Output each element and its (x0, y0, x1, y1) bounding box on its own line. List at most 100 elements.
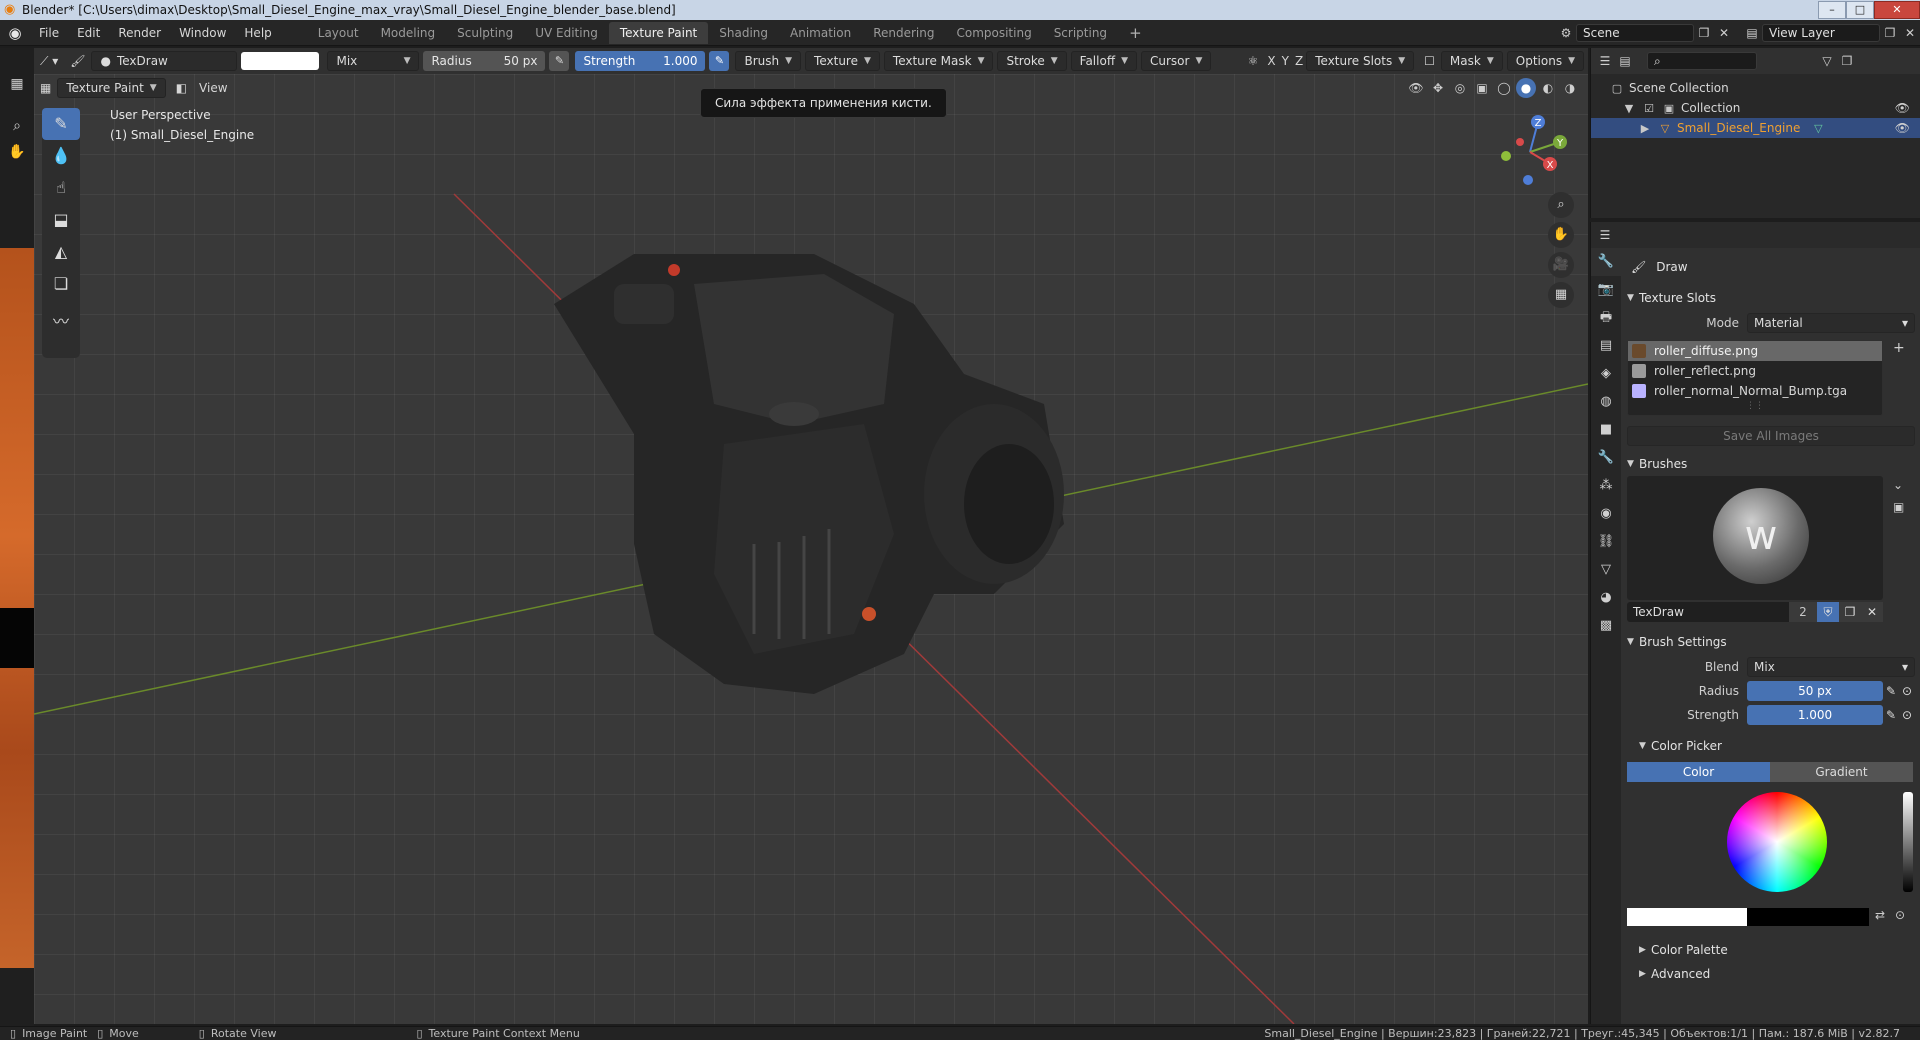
new-scene-icon[interactable]: ❐ (1694, 23, 1714, 43)
texture-tab-icon[interactable]: ▩ (1591, 612, 1621, 640)
brush-menu[interactable]: Brush ▼ (735, 51, 802, 71)
strength-pressure-icon[interactable]: ✎ (709, 51, 730, 71)
output-tab-icon[interactable]: 🖶 (1591, 304, 1621, 332)
minimize-button[interactable]: – (1818, 1, 1846, 19)
constraints-tab-icon[interactable]: ⛓ (1591, 528, 1621, 556)
secondary-color-swatch[interactable] (1747, 908, 1869, 926)
radius-slider-panel[interactable]: 50 px (1747, 681, 1883, 701)
view-layer-icon[interactable]: ▤ (1742, 23, 1762, 43)
cursor-menu[interactable]: Cursor ▼ (1141, 51, 1212, 71)
annotate-tool-icon[interactable]: 〰 (42, 306, 80, 338)
tab-animation[interactable]: Animation (779, 22, 862, 44)
render-tab-icon[interactable]: 📷 (1591, 276, 1621, 304)
scene-icon[interactable]: ⚙ (1556, 23, 1576, 43)
unlink-brush-icon[interactable]: ✕ (1861, 602, 1883, 622)
maximize-button[interactable]: □ (1846, 1, 1874, 19)
duplicate-brush-icon[interactable]: ❐ (1839, 602, 1861, 622)
options-menu[interactable]: Options ▼ (1506, 51, 1584, 71)
color-wheel[interactable] (1727, 792, 1827, 892)
data-tab-icon[interactable]: ▽ (1591, 556, 1621, 584)
texture-mask-menu[interactable]: Texture Mask ▼ (883, 51, 994, 71)
mask-checkbox[interactable]: ☐ (1418, 51, 1441, 71)
overlay-icon[interactable]: ◎ (1450, 78, 1470, 98)
delete-scene-icon[interactable]: ✕ (1714, 23, 1734, 43)
outliner-editor-icon[interactable]: ☰ (1595, 51, 1615, 71)
gizmo-icon[interactable]: ✥ (1428, 78, 1448, 98)
mirror-z-toggle[interactable]: Z (1292, 51, 1306, 71)
outliner-row-object[interactable]: ▶ ▽ Small_Diesel_Engine ▽ 👁 (1591, 118, 1920, 138)
mirror-y-toggle[interactable]: Y (1279, 51, 1292, 71)
blend-dropdown[interactable]: Mix ▼ (327, 51, 420, 71)
strength-slider[interactable]: Strength 1.000 (575, 51, 706, 71)
tab-modeling[interactable]: Modeling (370, 22, 447, 44)
brush-image-icon[interactable]: ▣ (1893, 500, 1904, 514)
world-tab-icon[interactable]: ◍ (1591, 388, 1621, 416)
delete-view-layer-icon[interactable]: ✕ (1900, 23, 1920, 43)
list-item[interactable]: roller_diffuse.png (1628, 341, 1882, 361)
brushes-section[interactable]: ▼ Brushes (1627, 452, 1915, 476)
view-menu[interactable]: View (193, 78, 233, 98)
rendered-shading-icon[interactable]: ◑ (1560, 78, 1580, 98)
radius-pressure-icon[interactable]: ✎ (1883, 684, 1899, 698)
xray-icon[interactable]: ▣ (1472, 78, 1492, 98)
color-picker-section[interactable]: ▼ Color Picker (1627, 734, 1915, 758)
strength-pressure-icon[interactable]: ✎ (1883, 708, 1899, 722)
outliner-search-input[interactable]: ⌕ (1647, 52, 1757, 70)
primary-color-swatch[interactable] (1627, 908, 1747, 926)
mask-menu[interactable]: Mask ▼ (1440, 51, 1503, 71)
tab-rendering[interactable]: Rendering (862, 22, 945, 44)
smear-tool-icon[interactable]: ☝ (42, 172, 80, 204)
display-mode-icon[interactable]: ▤ (1615, 51, 1635, 71)
eye-icon[interactable]: 👁 (1895, 121, 1910, 135)
menu-render[interactable]: Render (109, 22, 170, 44)
tab-sculpting[interactable]: Sculpting (446, 22, 524, 44)
gradient-tab[interactable]: Gradient (1770, 762, 1913, 782)
expand-triangle-icon[interactable]: ▶ (1637, 122, 1653, 135)
tab-compositing[interactable]: Compositing (945, 22, 1042, 44)
solid-shading-icon[interactable]: ● (1516, 78, 1536, 98)
eye-icon[interactable]: 👁 (1895, 101, 1910, 115)
fake-user-shield-icon[interactable]: ⛨ (1817, 602, 1839, 622)
navigation-gizmo[interactable]: Z Y X (1490, 112, 1570, 192)
tool-icon[interactable]: ⟋ ▾ (34, 51, 64, 71)
tool-tab-icon[interactable]: 🔧 (1591, 248, 1621, 276)
swap-colors-icon[interactable]: ⇄ (1869, 908, 1891, 926)
fill-tool-icon[interactable]: ◭ (42, 236, 80, 268)
checkbox-icon[interactable]: ☑ (1641, 102, 1657, 115)
draw-tool-icon[interactable]: ✎ (42, 108, 80, 140)
close-button[interactable]: ✕ (1874, 1, 1920, 19)
physics-tab-icon[interactable]: ◉ (1591, 500, 1621, 528)
blender-menu-icon[interactable]: ◉ (0, 24, 30, 42)
texture-menu[interactable]: Texture ▼ (805, 51, 880, 71)
new-view-layer-icon[interactable]: ❐ (1880, 23, 1900, 43)
new-collection-icon[interactable]: ❐ (1837, 51, 1857, 71)
tab-scripting[interactable]: Scripting (1043, 22, 1118, 44)
menu-file[interactable]: File (30, 22, 68, 44)
ortho-toggle-icon[interactable]: ▦ (1548, 282, 1574, 308)
mode-selector[interactable]: Texture Paint ▼ (57, 78, 166, 98)
wireframe-shading-icon[interactable]: ◯ (1494, 78, 1514, 98)
visibility-icon[interactable]: 👁 (1406, 78, 1426, 98)
tab-uv-editing[interactable]: UV Editing (524, 22, 609, 44)
particles-tab-icon[interactable]: ⁂ (1591, 472, 1621, 500)
mode-dropdown[interactable]: Material ▾ (1747, 313, 1915, 333)
brush-tool-icon[interactable]: 🖌 (64, 51, 91, 71)
soften-tool-icon[interactable]: 💧 (42, 140, 80, 172)
properties-editor-icon[interactable]: ☰ (1595, 225, 1615, 245)
blend-dropdown-panel[interactable]: Mix ▾ (1747, 657, 1915, 677)
zoom-view-icon[interactable]: ⌕ (1548, 192, 1574, 218)
list-resize-handle[interactable]: ⋮⋮ (1628, 401, 1882, 415)
clone-tool-icon[interactable]: ⬓ (42, 204, 80, 236)
tab-shading[interactable]: Shading (708, 22, 779, 44)
mask-tool-icon[interactable]: ❏ (42, 268, 80, 300)
brush-settings-section[interactable]: ▼ Brush Settings (1627, 630, 1915, 654)
zoom-icon[interactable]: ⌕ (0, 118, 34, 134)
scene-tab-icon[interactable]: ◈ (1591, 360, 1621, 388)
object-tab-icon[interactable]: ■ (1591, 416, 1621, 444)
stroke-menu[interactable]: Stroke ▼ (997, 51, 1067, 71)
color-palette-section[interactable]: ▶ Color Palette (1627, 938, 1915, 962)
value-slider[interactable] (1903, 792, 1913, 892)
brush-selector[interactable]: ● TexDraw (91, 51, 238, 71)
unified-color-icon[interactable]: ⊙ (1891, 908, 1909, 926)
menu-help[interactable]: Help (235, 22, 280, 44)
